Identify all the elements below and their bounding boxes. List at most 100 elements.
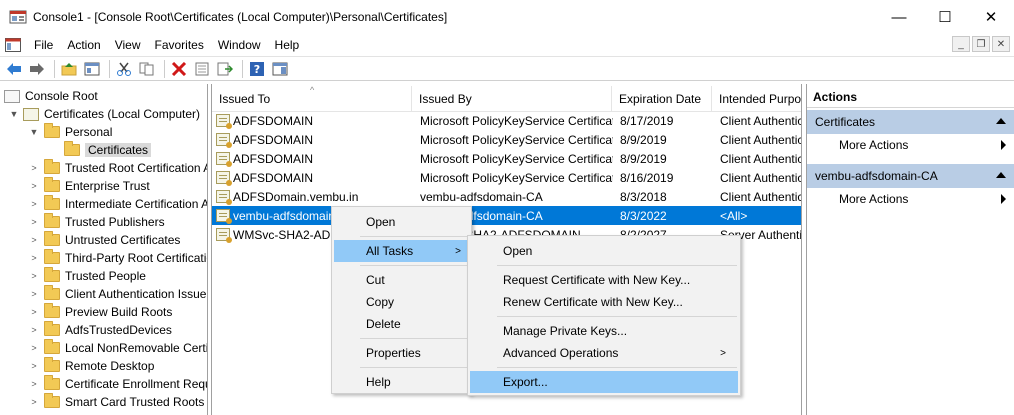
up-one-level-icon[interactable] <box>59 59 79 79</box>
tree-node-store[interactable]: > Local NonRemovable Certificates <box>28 339 207 357</box>
collapse-triangle-icon[interactable] <box>996 172 1006 178</box>
tree-node-store[interactable]: > Intermediate Certification Authorities <box>28 195 207 213</box>
actions-group-label: Certificates <box>815 115 876 129</box>
expand-chevron-icon[interactable]: > <box>28 253 40 263</box>
expand-chevron-icon[interactable]: > <box>28 181 40 191</box>
show-hide-console-tree-icon[interactable] <box>82 59 102 79</box>
menu-view[interactable]: View <box>108 38 148 52</box>
tree-node-store[interactable]: > Preview Build Roots <box>28 303 172 321</box>
tree-node-store[interactable]: > Certificate Enrollment Requests <box>28 375 207 393</box>
table-row[interactable]: ADFSDOMAIN Microsoft PolicyKeyService Ce… <box>212 111 801 130</box>
tree-node-certificates[interactable]: Certificates <box>64 141 152 159</box>
tree-node-store[interactable]: > Third-Party Root Certification Authorit… <box>28 249 207 267</box>
more-actions-item[interactable]: More Actions <box>807 188 1014 210</box>
menu-item-properties[interactable]: Properties <box>334 342 469 364</box>
tree-node-store[interactable]: > Untrusted Certificates <box>28 231 180 249</box>
show-hide-action-pane-icon[interactable] <box>270 59 290 79</box>
child-minimize-button[interactable]: _ <box>952 36 970 52</box>
cell-issued-by: Microsoft PolicyKeyService Certificate A… <box>420 170 613 185</box>
menu-item-advanced-operations[interactable]: Advanced Operations > <box>470 342 738 364</box>
menu-item-open[interactable]: Open <box>334 211 469 233</box>
more-actions-item[interactable]: More Actions <box>807 134 1014 156</box>
back-icon[interactable] <box>4 59 24 79</box>
tree-node-store[interactable]: > Trusted People <box>28 267 146 285</box>
expand-chevron-icon[interactable]: > <box>28 271 40 281</box>
expand-chevron-icon[interactable]: > <box>28 343 40 353</box>
menu-favorites[interactable]: Favorites <box>148 38 211 52</box>
table-row[interactable]: ADFSDomain.vembu.in vembu-adfsdomain-CA … <box>212 187 801 206</box>
collapse-chevron-icon[interactable]: ▼ <box>28 127 40 137</box>
child-close-button[interactable]: ✕ <box>992 36 1010 52</box>
menu-item-open-cert[interactable]: Open <box>470 240 738 262</box>
menu-item-help[interactable]: Help <box>334 371 469 393</box>
expand-chevron-icon[interactable]: > <box>28 397 40 407</box>
table-row[interactable]: ADFSDOMAIN Microsoft PolicyKeyService Ce… <box>212 168 801 187</box>
cell-expiration: 8/17/2019 <box>620 113 674 128</box>
menu-item-all-tasks[interactable]: All Tasks > <box>334 240 469 262</box>
expand-chevron-icon[interactable]: > <box>28 289 40 299</box>
menu-item-renew-new-key[interactable]: Renew Certificate with New Key... <box>470 291 738 313</box>
close-button[interactable]: ✕ <box>968 0 1014 34</box>
child-restore-button[interactable]: ❐ <box>972 36 990 52</box>
expand-chevron-icon[interactable]: > <box>28 235 40 245</box>
menu-window[interactable]: Window <box>211 38 268 52</box>
tree-node-console-root[interactable]: Console Root <box>4 87 98 105</box>
maximize-button[interactable]: ☐ <box>922 0 968 34</box>
table-row-selected[interactable]: vembu-adfsdomain-CA vembu-adfsdomain-CA … <box>212 206 801 225</box>
copy-icon[interactable] <box>137 59 157 79</box>
tree-node-label: Remote Desktop <box>65 359 155 373</box>
menu-item-label: All Tasks <box>366 244 414 258</box>
actions-pane: Actions Certificates More Actions vembu-… <box>806 84 1014 415</box>
cell-purposes: Client Authentication <box>720 151 801 166</box>
tree-node-store[interactable]: > Remote Desktop <box>28 357 154 375</box>
folder-icon <box>44 357 60 372</box>
tree-node-store[interactable]: > Trusted Root Certification Authorities <box>28 159 207 177</box>
expand-chevron-icon[interactable]: > <box>28 379 40 389</box>
menu-item-cut[interactable]: Cut <box>334 269 469 291</box>
expand-chevron-icon[interactable]: > <box>28 361 40 371</box>
tree-node-certificates-local[interactable]: ▼ Certificates (Local Computer) <box>8 105 201 123</box>
column-header-expiration[interactable]: Expiration Date <box>612 86 712 112</box>
expand-chevron-icon[interactable]: > <box>28 307 40 317</box>
tree-node-store[interactable]: > Client Authentication Issuers <box>28 285 207 303</box>
window-title: Console1 - [Console Root\Certificates (L… <box>33 10 448 24</box>
menu-file[interactable]: File <box>27 38 60 52</box>
cut-icon[interactable] <box>114 59 134 79</box>
tree-node-store[interactable]: > Smart Card Trusted Roots <box>28 393 204 411</box>
mmc-app-icon[interactable] <box>9 9 27 25</box>
actions-group-selected-cert[interactable]: vembu-adfsdomain-CA <box>807 164 1014 188</box>
console-icon[interactable] <box>5 37 21 52</box>
menu-item-manage-private-keys[interactable]: Manage Private Keys... <box>470 320 738 342</box>
cell-purposes: Client Authentication <box>720 170 801 185</box>
expand-chevron-icon[interactable]: > <box>28 163 40 173</box>
table-row[interactable]: ADFSDOMAIN Microsoft PolicyKeyService Ce… <box>212 149 801 168</box>
collapse-chevron-icon[interactable]: ▼ <box>8 109 20 119</box>
menu-help[interactable]: Help <box>268 38 307 52</box>
menu-item-copy[interactable]: Copy <box>334 291 469 313</box>
expand-chevron-icon[interactable]: > <box>28 199 40 209</box>
export-list-icon[interactable] <box>215 59 235 79</box>
actions-group-certificates[interactable]: Certificates <box>807 110 1014 134</box>
console-tree-pane[interactable]: Console Root ▼ Certificates (Local Compu… <box>0 84 208 415</box>
menu-item-request-new-key[interactable]: Request Certificate with New Key... <box>470 269 738 291</box>
column-header-issued-by[interactable]: Issued By <box>412 86 612 112</box>
tree-node-label: Certificate Enrollment Requests <box>65 377 207 391</box>
menu-item-export[interactable]: Export... <box>470 371 738 393</box>
properties-icon[interactable] <box>192 59 212 79</box>
expand-chevron-icon[interactable]: > <box>28 217 40 227</box>
toolbar-separator <box>242 59 243 78</box>
expand-chevron-icon[interactable]: > <box>28 325 40 335</box>
tree-node-personal[interactable]: ▼ Personal <box>28 123 112 141</box>
minimize-button[interactable]: — <box>876 0 922 34</box>
tree-node-store[interactable]: > Enterprise Trust <box>28 177 150 195</box>
menu-item-delete[interactable]: Delete <box>334 313 469 335</box>
menu-action[interactable]: Action <box>60 38 107 52</box>
forward-icon[interactable] <box>27 59 47 79</box>
tree-node-store[interactable]: > AdfsTrustedDevices <box>28 321 172 339</box>
collapse-triangle-icon[interactable] <box>996 118 1006 124</box>
tree-node-store[interactable]: > Trusted Publishers <box>28 213 165 231</box>
table-row[interactable]: ADFSDOMAIN Microsoft PolicyKeyService Ce… <box>212 130 801 149</box>
help-icon[interactable]: ? <box>247 59 267 79</box>
delete-icon[interactable] <box>169 59 189 79</box>
column-header-purposes[interactable]: Intended Purposes <box>712 86 801 112</box>
